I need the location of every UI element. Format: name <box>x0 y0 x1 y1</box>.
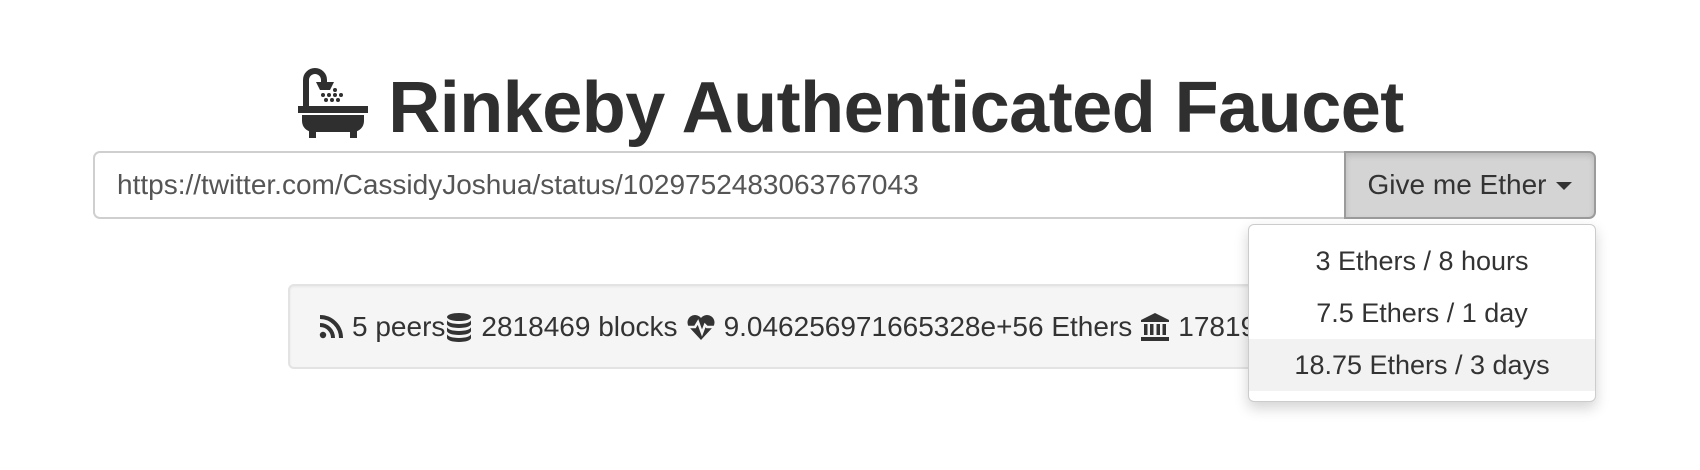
blocks-stat: 2818469 blocks <box>445 310 678 343</box>
page-title-text: Rinkeby Authenticated Faucet <box>388 68 1404 149</box>
funds-stat: 9.046256971665328e+56 Ethers <box>686 310 1133 343</box>
caret-down-icon <box>1556 182 1573 190</box>
funds-amount: 9.046256971665328e+56 Ethers <box>723 310 1133 342</box>
give-me-ether-button[interactable]: Give me Ether <box>1344 151 1596 219</box>
menu-item-7-5-ethers[interactable]: 7.5 Ethers / 1 day <box>1249 287 1595 339</box>
blocks-count: 2818469 blocks <box>481 310 678 342</box>
request-form: Give me Ether <box>93 151 1596 219</box>
faucet-page: Rinkeby Authenticated Faucet Give me Eth… <box>0 0 1700 470</box>
heartbeat-icon <box>687 314 715 340</box>
url-input[interactable] <box>93 151 1344 219</box>
give-me-ether-label: Give me Ether <box>1367 169 1547 200</box>
peers-stat: 5 peers <box>318 311 445 343</box>
menu-item-18-75-ethers[interactable]: 18.75 Ethers / 3 days <box>1249 339 1595 391</box>
requests-stat: 17819 <box>1140 311 1256 343</box>
menu-item-3-ethers[interactable]: 3 Ethers / 8 hours <box>1249 235 1595 287</box>
database-icon <box>447 312 472 342</box>
ether-amount-menu: 3 Ethers / 8 hours 7.5 Ethers / 1 day 18… <box>1248 224 1596 402</box>
requests-count: 17819 <box>1178 310 1257 342</box>
bank-icon <box>1141 312 1170 341</box>
peers-count: 5 peers <box>352 310 446 342</box>
rss-icon <box>319 314 343 338</box>
page-title: Rinkeby Authenticated Faucet <box>0 66 1700 149</box>
bathtub-icon <box>298 68 369 139</box>
